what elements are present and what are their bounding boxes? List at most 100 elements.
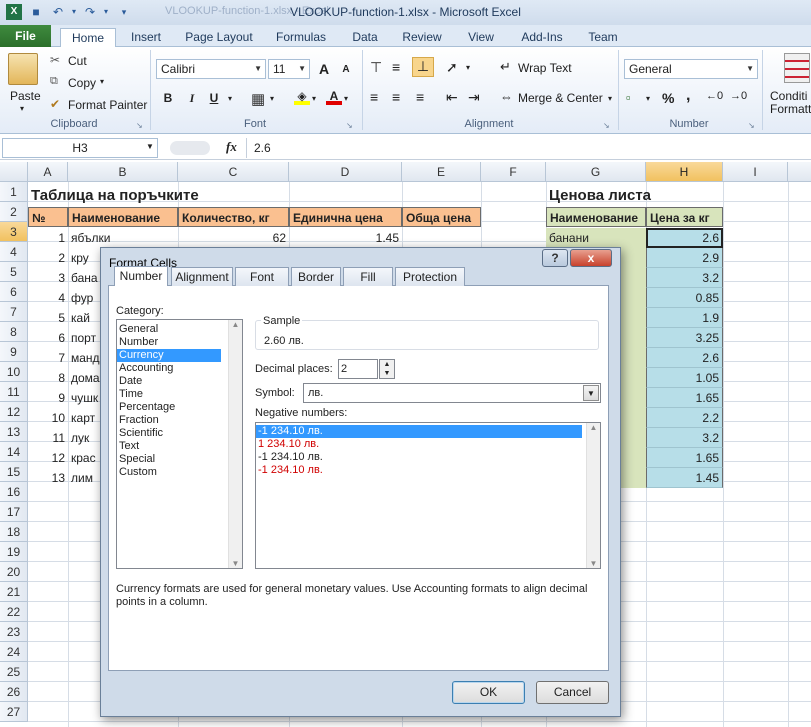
negative-format-item[interactable]: -1 234.10 лв. <box>256 425 582 438</box>
name-box[interactable]: H3 <box>2 138 158 158</box>
row-header[interactable]: 17 <box>0 502 28 522</box>
price-cell[interactable]: 1.65 <box>646 448 723 468</box>
percent-button[interactable]: % <box>662 90 674 106</box>
wrap-text-button[interactable]: Wrap Text <box>518 61 572 75</box>
col-header[interactable]: E <box>402 162 481 182</box>
tab-fill[interactable]: Fill <box>343 267 393 286</box>
cut-button[interactable]: Cut <box>68 54 87 68</box>
price-name-cell[interactable]: банани <box>546 228 646 248</box>
increase-indent-icon[interactable]: ⇥ <box>468 89 480 106</box>
comma-style-button[interactable]: , <box>686 87 690 105</box>
paste-icon[interactable] <box>8 53 38 85</box>
order-num-cell[interactable]: 3 <box>28 268 68 288</box>
order-num-cell[interactable]: 12 <box>28 448 68 468</box>
price-cell[interactable]: 1.9 <box>646 308 723 328</box>
spin-up-icon[interactable]: ▲ <box>384 361 391 368</box>
order-num-cell[interactable]: 9 <box>28 388 68 408</box>
price-cell[interactable]: 1.65 <box>646 388 723 408</box>
tab-home[interactable]: Home <box>60 28 116 49</box>
scroll-down-icon[interactable]: ▼ <box>229 559 242 568</box>
row-header[interactable]: 8 <box>0 322 28 342</box>
category-item[interactable]: Scientific <box>117 427 221 440</box>
order-num-cell[interactable]: 4 <box>28 288 68 308</box>
category-item[interactable]: Number <box>117 336 221 349</box>
price-cell[interactable]: 2.2 <box>646 408 723 428</box>
negative-format-item[interactable]: -1 234.10 лв. <box>256 451 582 464</box>
category-item[interactable]: Text <box>117 440 221 453</box>
merge-dropdown-icon[interactable]: ▾ <box>608 94 612 103</box>
tab-protection[interactable]: Protection <box>395 267 465 286</box>
col-header[interactable]: B <box>68 162 178 182</box>
tab-page-layout[interactable]: Page Layout <box>182 28 256 47</box>
category-item[interactable]: Custom <box>117 466 221 479</box>
clipboard-launcher-icon[interactable]: ↘ <box>136 121 143 130</box>
col-header[interactable]: A <box>28 162 68 182</box>
order-num-cell[interactable]: 5 <box>28 308 68 328</box>
help-button[interactable]: ? <box>542 249 568 267</box>
col-header[interactable]: C <box>178 162 289 182</box>
category-item[interactable]: Date <box>117 375 221 388</box>
row-header[interactable]: 11 <box>0 382 28 402</box>
order-price-cell[interactable]: 1.45 <box>289 228 402 248</box>
row-header[interactable]: 15 <box>0 462 28 482</box>
row-header[interactable]: 9 <box>0 342 28 362</box>
tab-view[interactable]: View <box>462 28 500 47</box>
row-header[interactable]: 5 <box>0 262 28 282</box>
category-item[interactable]: Time <box>117 388 221 401</box>
header-cell[interactable]: Единична цена <box>289 207 402 227</box>
tab-border[interactable]: Border <box>291 267 341 286</box>
row-header[interactable]: 24 <box>0 642 28 662</box>
order-num-cell[interactable]: 10 <box>28 408 68 428</box>
scroll-up-icon[interactable]: ▲ <box>587 423 600 432</box>
row-header[interactable]: 16 <box>0 482 28 502</box>
decrease-decimal-icon[interactable]: →0 <box>730 90 747 102</box>
underline-button[interactable]: U <box>204 88 224 108</box>
price-cell[interactable]: 0.85 <box>646 288 723 308</box>
close-button[interactable]: x <box>570 249 612 267</box>
accounting-format-icon[interactable]: ▫ <box>626 90 631 105</box>
row-header[interactable]: 18 <box>0 522 28 542</box>
order-num-cell[interactable]: 6 <box>28 328 68 348</box>
tab-font[interactable]: Font <box>235 267 289 286</box>
price-cell[interactable]: 2.9 <box>646 248 723 268</box>
font-color-dropdown-icon[interactable]: ▾ <box>344 94 348 103</box>
row-header[interactable]: 10 <box>0 362 28 382</box>
insert-function-button[interactable]: fx <box>226 139 237 155</box>
category-item[interactable]: Fraction <box>117 414 221 427</box>
price-cell[interactable]: 3.25 <box>646 328 723 348</box>
col-header-selected[interactable]: H <box>646 162 723 182</box>
negative-format-item[interactable]: 1 234.10 лв. <box>256 438 582 451</box>
ok-button[interactable]: OK <box>452 681 525 704</box>
category-item[interactable]: General <box>117 323 221 336</box>
col-header-partial[interactable] <box>788 162 811 182</box>
underline-dropdown-icon[interactable]: ▾ <box>228 94 232 103</box>
spin-down-icon[interactable]: ▼ <box>384 370 391 377</box>
price-list-title[interactable]: Ценова листа <box>546 186 654 206</box>
symbol-select[interactable]: лв. ▼ <box>303 383 601 403</box>
merge-center-button[interactable]: Merge & Center <box>518 91 603 105</box>
price-cell[interactable]: 2.6 <box>646 348 723 368</box>
align-bottom-icon[interactable]: ⊥ <box>412 57 434 77</box>
header-cell[interactable]: Наименование <box>546 207 646 227</box>
bold-button[interactable]: B <box>158 88 178 108</box>
price-cell[interactable]: 1.05 <box>646 368 723 388</box>
font-launcher-icon[interactable]: ↘ <box>346 121 353 130</box>
row-header[interactable]: 6 <box>0 282 28 302</box>
negative-format-item[interactable]: -1 234.10 лв. <box>256 464 582 477</box>
negative-scrollbar[interactable]: ▲ ▼ <box>586 423 600 568</box>
header-cell[interactable]: Цена за кг <box>646 207 723 227</box>
category-item[interactable]: Currency <box>117 349 221 362</box>
row-header[interactable]: 21 <box>0 582 28 602</box>
tab-team[interactable]: Team <box>584 28 622 47</box>
font-name-combo[interactable]: Calibri ▼ <box>156 59 266 79</box>
order-name-cell[interactable]: ябълки <box>68 228 178 248</box>
font-size-combo[interactable]: 11 ▼ <box>268 59 310 79</box>
align-top-icon[interactable]: ⊤ <box>370 59 382 76</box>
tab-formulas[interactable]: Formulas <box>272 28 330 47</box>
row-header[interactable]: 7 <box>0 302 28 322</box>
paste-button[interactable]: Paste <box>10 89 41 103</box>
grow-font-button[interactable]: A <box>314 59 334 79</box>
tab-data[interactable]: Data <box>346 28 384 47</box>
order-table-title[interactable]: Таблица на поръчките <box>28 186 202 206</box>
formula-input[interactable]: 2.6 <box>254 141 271 155</box>
